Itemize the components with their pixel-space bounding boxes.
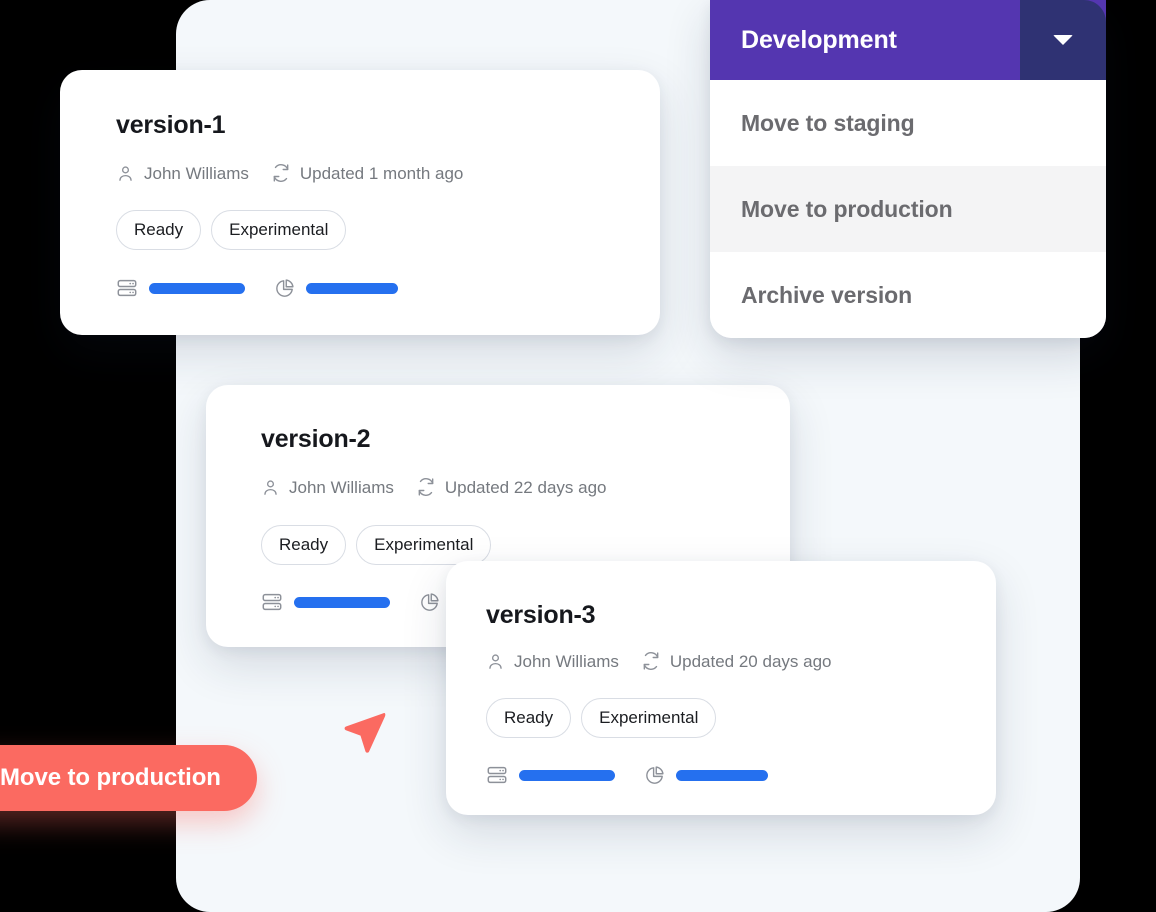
status-badge[interactable]: Ready — [116, 210, 202, 250]
dropdown-toggle-button[interactable] — [1020, 0, 1106, 80]
dropdown-header[interactable]: Development — [710, 0, 1106, 80]
stat-server — [261, 591, 390, 613]
card-tags: Ready Experimental — [116, 210, 347, 250]
version-card[interactable]: version-1 John Williams Updated 1 month … — [60, 70, 660, 335]
card-stats — [486, 764, 768, 786]
user-icon — [486, 652, 505, 671]
card-title: version-1 — [116, 111, 226, 139]
status-badge[interactable]: Experimental — [356, 525, 492, 565]
updated-text: Updated 22 days ago — [444, 477, 607, 497]
environment-dropdown[interactable]: Development Move to staging Move to prod… — [710, 0, 1106, 338]
stat-bar — [519, 769, 615, 781]
stat-pie — [274, 278, 398, 299]
stat-bar — [294, 596, 390, 608]
stat-bar — [306, 282, 398, 294]
chevron-down-icon — [1053, 35, 1073, 45]
card-author: John Williams — [116, 164, 249, 183]
server-icon — [261, 591, 283, 613]
pie-chart-icon — [419, 592, 440, 613]
author-name: John Williams — [514, 651, 619, 671]
stat-bar — [149, 282, 245, 294]
cursor-arrow-icon — [336, 707, 388, 759]
card-tags: Ready Experimental — [486, 698, 717, 738]
refresh-icon — [416, 477, 436, 497]
screenshot-canvas: version-1 John Williams Updated 1 month … — [0, 0, 1156, 912]
status-badge[interactable]: Experimental — [211, 210, 347, 250]
updated-text: Updated 20 days ago — [669, 651, 832, 671]
status-badge[interactable]: Ready — [261, 525, 347, 565]
card-author: John Williams — [486, 652, 619, 671]
card-title: version-3 — [486, 601, 596, 629]
user-icon — [116, 164, 135, 183]
updated-text: Updated 1 month ago — [299, 163, 464, 183]
card-updated: Updated 20 days ago — [641, 651, 832, 671]
menu-item-move-to-staging[interactable]: Move to staging — [710, 80, 1106, 166]
card-meta: John Williams Updated 20 days ago — [486, 651, 831, 671]
card-tags: Ready Experimental — [261, 525, 492, 565]
status-badge[interactable]: Ready — [486, 698, 572, 738]
card-title: version-2 — [261, 425, 371, 453]
author-name: John Williams — [289, 477, 394, 497]
card-meta: John Williams Updated 1 month ago — [116, 163, 463, 183]
move-to-production-pill[interactable]: Move to production — [0, 745, 257, 811]
card-updated: Updated 1 month ago — [271, 163, 464, 183]
refresh-icon — [641, 651, 661, 671]
dropdown-selected-value: Development — [741, 25, 897, 54]
card-author: John Williams — [261, 478, 394, 497]
menu-item-move-to-production[interactable]: Move to production — [710, 166, 1106, 252]
stat-pie — [644, 765, 768, 786]
pie-chart-icon — [274, 278, 295, 299]
server-icon — [116, 277, 138, 299]
menu-item-archive-version[interactable]: Archive version — [710, 252, 1106, 338]
pie-chart-icon — [644, 765, 665, 786]
version-card[interactable]: version-3 John Williams Updated 20 days … — [446, 561, 996, 815]
card-meta: John Williams Updated 22 days ago — [261, 477, 606, 497]
server-icon — [486, 764, 508, 786]
status-badge[interactable]: Experimental — [581, 698, 717, 738]
author-name: John Williams — [144, 163, 249, 183]
stat-server — [486, 764, 615, 786]
refresh-icon — [271, 163, 291, 183]
user-icon — [261, 478, 280, 497]
stat-server — [116, 277, 245, 299]
card-stats — [116, 277, 398, 299]
card-updated: Updated 22 days ago — [416, 477, 607, 497]
stat-bar — [676, 769, 768, 781]
